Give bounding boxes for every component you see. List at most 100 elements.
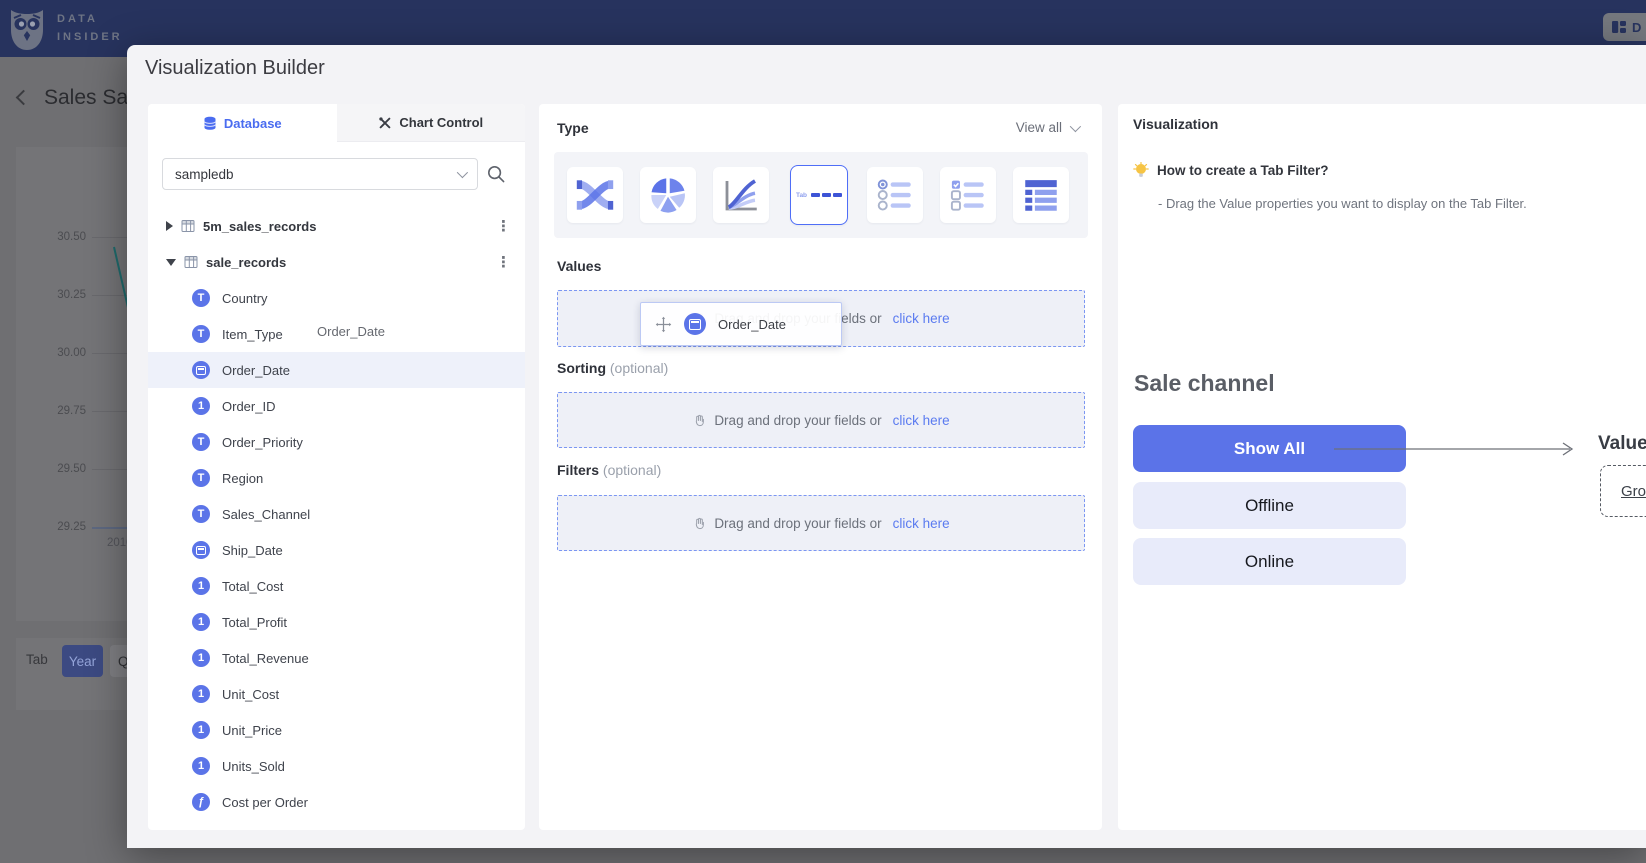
field-row-total-profit[interactable]: Total_Profit — [148, 604, 525, 640]
field-row-total-revenue[interactable]: Total_Revenue — [148, 640, 525, 676]
chart-type-tab-filter-selected[interactable]: Tab — [790, 165, 848, 225]
field-name: Total_Profit — [222, 615, 287, 630]
dashboard-button-label: D — [1632, 20, 1641, 35]
table-menu-icon[interactable]: ⋮ — [496, 253, 511, 271]
text-field-icon — [192, 469, 210, 487]
tip-row: How to create a Tab Filter? — [1133, 162, 1329, 179]
modal-title: Visualization Builder — [145, 57, 325, 80]
field-name: Total_Cost — [222, 579, 283, 594]
field-name: Order_ID — [222, 399, 275, 414]
field-row-country[interactable]: Country — [148, 280, 525, 316]
chart-type-strip: Tab — [554, 152, 1088, 238]
tip-title: How to create a Tab Filter? — [1157, 163, 1329, 178]
chart-type-pie[interactable] — [640, 167, 696, 223]
field-row-order-priority[interactable]: Order_Priority — [148, 424, 525, 460]
lightbulb-icon — [1133, 162, 1149, 179]
x-axis-tick: 2010 — [107, 537, 127, 549]
table-name: sale_records — [206, 255, 286, 270]
type-section-label: Type — [557, 120, 589, 136]
dashboard-nav-button[interactable]: D — [1603, 13, 1646, 41]
drag-chip-label: Order_Date — [718, 317, 786, 332]
field-name: Units_Sold — [222, 759, 285, 774]
tab-filter-icon: Tab — [796, 192, 807, 199]
field-row-sales-channel[interactable]: Sales_Channel — [148, 496, 525, 532]
chart-type-line[interactable] — [713, 167, 769, 223]
field-row-order-date[interactable]: Order_Date — [148, 352, 525, 388]
drag-ghost-label: Order_Date — [317, 324, 385, 339]
values-section-label: Values — [557, 258, 601, 274]
field-name: Order_Date — [222, 363, 290, 378]
table-menu-icon[interactable]: ⋮ — [496, 217, 511, 235]
view-all-button[interactable]: View all — [1016, 120, 1078, 135]
visualization-builder-modal: Visualization Builder Database — [127, 45, 1646, 848]
optional-suffix: (optional) — [603, 462, 661, 478]
field-row-ship-date[interactable]: Ship_Date — [148, 532, 525, 568]
chart-type-checkbox-list[interactable] — [940, 167, 996, 223]
field-row-order-id[interactable]: Order_ID — [148, 388, 525, 424]
database-select[interactable]: sampledb — [162, 158, 478, 190]
chart-type-sankey[interactable] — [567, 167, 623, 223]
pie-chart-icon — [647, 174, 689, 216]
online-button[interactable]: Online — [1133, 538, 1406, 585]
chart-type-radio-list[interactable] — [867, 167, 923, 223]
tab-quarter-button[interactable]: Qu — [110, 645, 127, 677]
dropzone-click-here-link[interactable]: click here — [893, 516, 950, 531]
formula-field-icon — [192, 793, 210, 811]
chart-type-table[interactable] — [1013, 167, 1069, 223]
expand-expanded-icon[interactable] — [166, 259, 176, 266]
tools-icon — [378, 116, 392, 130]
number-field-icon — [192, 721, 210, 739]
field-row-total-cost[interactable]: Total_Cost — [148, 568, 525, 604]
optional-suffix: (optional) — [610, 360, 668, 376]
field-row-unit-cost[interactable]: Unit_Cost — [148, 676, 525, 712]
visualization-panel: Visualization How to create a Tab Filter… — [1118, 104, 1646, 830]
database-search-row: sampledb — [148, 158, 525, 190]
field-name: Item_Type — [222, 327, 283, 342]
table-row-5m-sales-records[interactable]: 5m_sales_records ⋮ — [148, 208, 525, 244]
offline-button[interactable]: Offline — [1133, 482, 1406, 529]
dropzone-click-here-link[interactable]: click here — [893, 311, 950, 326]
field-row-region[interactable]: Region — [148, 460, 525, 496]
tab-chart-control-label: Chart Control — [399, 115, 483, 130]
line-series — [16, 147, 127, 621]
dashboard-icon — [1611, 19, 1627, 35]
dragged-field-chip[interactable]: Order_Date — [640, 302, 842, 346]
table-row-sale-records[interactable]: sale_records ⋮ — [148, 244, 525, 280]
tab-year-button[interactable]: Year — [62, 645, 103, 677]
field-name: Unit_Cost — [222, 687, 279, 702]
date-field-icon — [684, 313, 706, 335]
tab-database-label: Database — [224, 116, 282, 131]
dropzone-text: Drag and drop your fields or — [714, 413, 881, 428]
field-row-cost-per-order[interactable]: Cost per Order — [148, 784, 525, 820]
annotation-value-label: Value — [1598, 433, 1646, 455]
tab-chart-control[interactable]: Chart Control — [337, 104, 526, 142]
search-icon[interactable] — [486, 164, 506, 184]
widget-title: Sale channel — [1134, 370, 1275, 397]
text-field-icon — [192, 505, 210, 523]
chevron-down-icon — [1070, 120, 1081, 131]
brand-line2: INSIDER — [57, 28, 123, 46]
filters-section-label: Filters (optional) — [557, 462, 661, 478]
sorting-dropzone[interactable]: Drag and drop your fields or click here — [557, 392, 1085, 448]
line-chart-icon — [720, 174, 762, 216]
date-field-icon — [192, 541, 210, 559]
filters-dropzone[interactable]: Drag and drop your fields or click here — [557, 495, 1085, 551]
table-name: 5m_sales_records — [203, 219, 316, 234]
number-field-icon — [192, 757, 210, 775]
brand-name: DATA INSIDER — [57, 10, 123, 46]
text-field-icon — [192, 289, 210, 307]
database-icon — [203, 116, 217, 131]
table-tree: 5m_sales_records ⋮ sale_records ⋮ Countr… — [148, 208, 525, 820]
background-tabbar-card: Tab Year Qu — [16, 638, 127, 710]
field-row-units-sold[interactable]: Units_Sold — [148, 748, 525, 784]
owl-logo-icon — [8, 5, 46, 51]
checkbox-list-icon — [947, 174, 989, 216]
dropzone-click-here-link[interactable]: click here — [893, 413, 950, 428]
field-name: Order_Priority — [222, 435, 303, 450]
field-name: Region — [222, 471, 263, 486]
tab-database[interactable]: Database — [148, 104, 337, 142]
screen: DATA INSIDER D Sales Sa 30.50 30.25 30.0… — [0, 0, 1646, 863]
number-field-icon — [192, 613, 210, 631]
expand-collapsed-icon[interactable] — [166, 221, 173, 231]
field-row-unit-price[interactable]: Unit_Price — [148, 712, 525, 748]
